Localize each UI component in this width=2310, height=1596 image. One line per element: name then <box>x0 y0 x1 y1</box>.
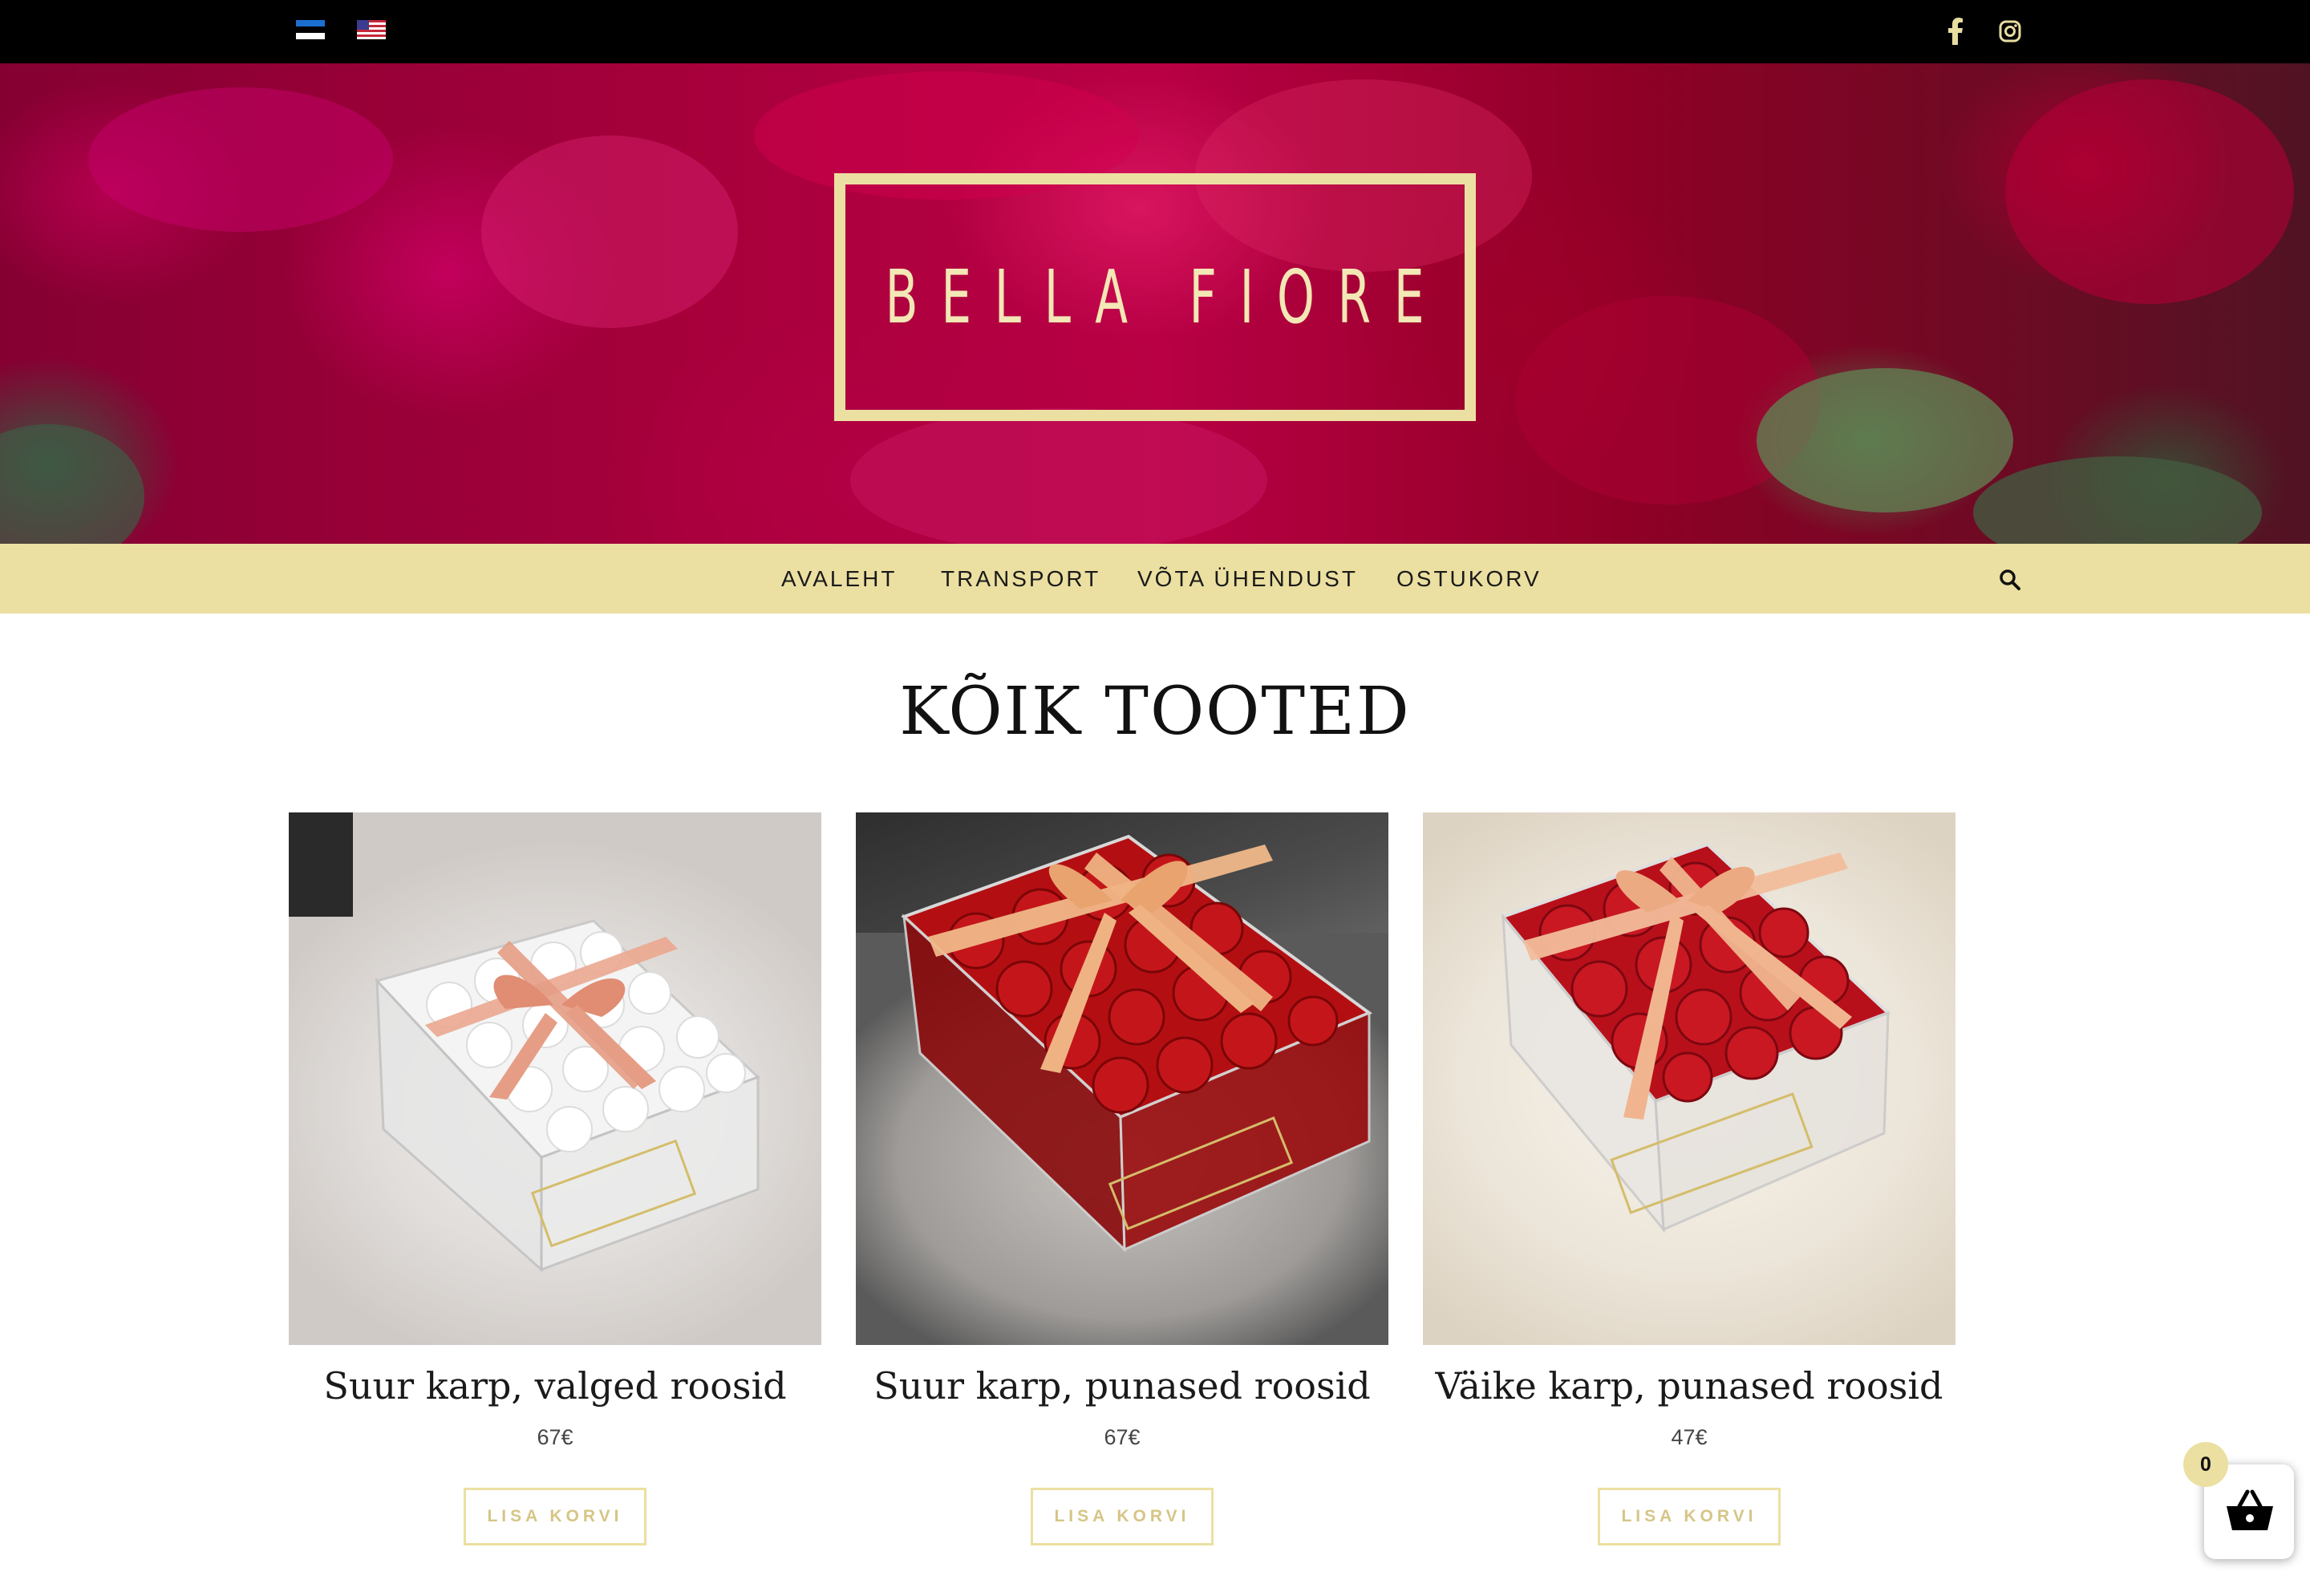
top-bar <box>0 0 2310 63</box>
product-card: Suur karp, punased roosid 67€ LISA KORVI <box>856 812 1388 1558</box>
page-title: KÕIK TOOTED <box>899 674 1411 750</box>
product-name[interactable]: Väike karp, punased roosid <box>1423 1364 1955 1408</box>
add-to-cart-button[interactable]: LISA KORVI <box>1031 1488 1214 1545</box>
usa-flag-icon[interactable] <box>357 20 386 39</box>
product-image[interactable] <box>856 812 1388 1345</box>
nav-item-ostukorv[interactable]: OSTUKORV <box>1396 566 1542 592</box>
product-name[interactable]: Suur karp, valged roosid <box>289 1364 821 1408</box>
facebook-icon[interactable] <box>1944 18 1968 45</box>
product-image[interactable] <box>289 812 821 1345</box>
product-price: 67€ <box>537 1425 573 1449</box>
product-card: Suur karp, valged roosid 67€ LISA KORVI <box>289 812 821 1558</box>
product-price: 67€ <box>1104 1425 1141 1449</box>
search-icon[interactable] <box>1998 568 2022 592</box>
cart-count-badge: 0 <box>2183 1442 2228 1487</box>
nav-item-transport[interactable]: TRANSPORT <box>941 566 1100 592</box>
product-card: Väike karp, punased roosid 47€ LISA KORV… <box>1423 812 1955 1558</box>
product-image[interactable] <box>1423 812 1955 1345</box>
product-name[interactable]: Suur karp, punased roosid <box>856 1364 1388 1408</box>
add-to-cart-button[interactable]: LISA KORVI <box>1598 1488 1781 1545</box>
instagram-icon[interactable] <box>1998 18 2022 45</box>
nav-item-avaleht[interactable]: AVALEHT <box>781 566 897 592</box>
basket-icon <box>2225 1489 2275 1533</box>
main-navigation: AVALEHT TRANSPORT VÕTA ÜHENDUST OSTUKORV <box>0 544 2310 614</box>
hero-banner: BELLA FIORE <box>0 63 2310 544</box>
nav-item-vota-uhendust[interactable]: VÕTA ÜHENDUST <box>1137 566 1358 592</box>
logo-text: BELLA FIORE <box>886 254 1448 340</box>
estonia-flag-icon[interactable] <box>296 20 325 39</box>
site-logo[interactable]: BELLA FIORE <box>834 173 1476 421</box>
product-price: 47€ <box>1671 1425 1708 1449</box>
add-to-cart-button[interactable]: LISA KORVI <box>464 1488 646 1545</box>
